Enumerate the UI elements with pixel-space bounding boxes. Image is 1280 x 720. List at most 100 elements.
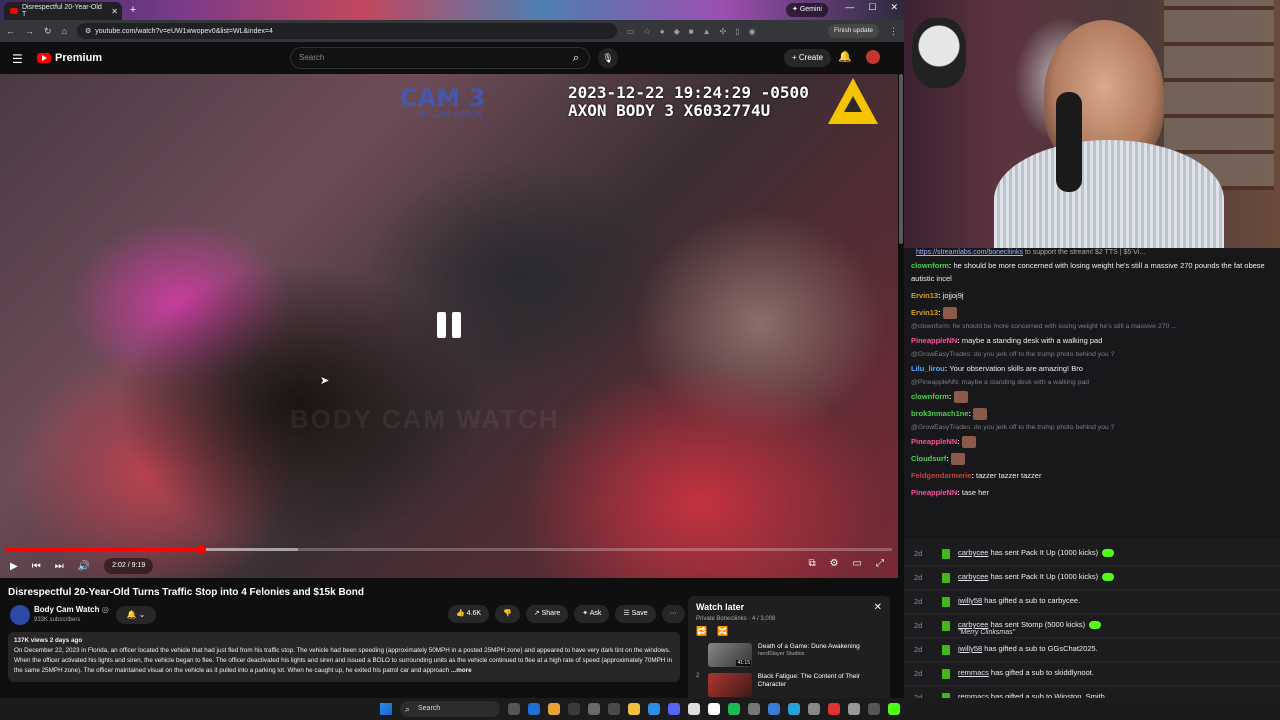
site-info-icon[interactable]: ⚙ <box>85 27 91 35</box>
gemini-button[interactable]: ✦ Gemini <box>786 3 828 17</box>
kebab-menu-icon[interactable]: ⋮ <box>889 26 898 37</box>
puzzle-icon[interactable]: ✣ <box>719 27 726 36</box>
chat-username[interactable]: Feldgendarmerie <box>911 471 971 480</box>
app-icon[interactable] <box>848 703 860 715</box>
bookmark-star-icon[interactable]: ☆ <box>644 27 651 36</box>
more-actions-button[interactable]: ··· <box>661 605 685 623</box>
spotify-icon[interactable] <box>728 703 740 715</box>
captions-icon[interactable]: ⧉ <box>808 558 815 569</box>
account-avatar[interactable] <box>866 50 880 64</box>
reload-icon[interactable]: ↻ <box>44 26 52 37</box>
chat-username[interactable]: PineappleNN <box>911 488 957 497</box>
save-button[interactable]: ☰ Save <box>615 605 656 623</box>
extension-icon[interactable]: ▲ <box>703 27 711 36</box>
app-icon[interactable] <box>568 703 580 715</box>
playlist-item[interactable]: 41:15 Death of a Game: Dune Awakening ne… <box>696 643 882 667</box>
chat-username[interactable]: clownform <box>911 261 949 270</box>
close-icon[interactable]: ✕ <box>874 602 882 613</box>
chat-username[interactable]: brok3nmach1ne <box>911 409 969 418</box>
search-input[interactable]: Search <box>290 47 590 69</box>
home-icon[interactable]: ⌂ <box>62 26 67 36</box>
alert-user[interactable]: remmacs <box>958 668 989 677</box>
app-icon[interactable] <box>708 703 720 715</box>
kick-icon[interactable] <box>888 703 900 715</box>
channel-name[interactable]: Body Cam Watch ◎ <box>34 605 109 614</box>
taskbar-search[interactable]: Search <box>400 701 500 717</box>
alert-user[interactable]: carbycee <box>958 620 988 629</box>
progress-bar[interactable] <box>6 545 892 554</box>
like-button[interactable]: 👍 4.6K <box>448 605 490 623</box>
obs-icon[interactable] <box>688 703 700 715</box>
maximize-icon[interactable]: ☐ <box>868 2 876 13</box>
settings-gear-icon[interactable]: ⚙ <box>830 558 839 569</box>
telegram-icon[interactable] <box>648 703 660 715</box>
notifications-bell-icon[interactable]: 🔔 <box>838 50 852 63</box>
create-button[interactable]: + Create <box>784 49 831 67</box>
close-window-icon[interactable]: ✕ <box>890 2 898 13</box>
app-icon[interactable] <box>868 703 880 715</box>
extension-icon[interactable]: ● <box>660 27 665 36</box>
search-icon[interactable]: ⌕ <box>563 47 589 69</box>
chat-username[interactable]: Cloudsurf <box>911 454 946 463</box>
pause-overlay-icon[interactable] <box>437 312 461 338</box>
sidebar-icon[interactable]: ▯ <box>735 27 739 36</box>
cast-icon[interactable]: ▭ <box>627 27 635 36</box>
chrome-icon[interactable] <box>548 703 560 715</box>
alert-user[interactable]: carbycee <box>958 548 988 557</box>
profile-icon[interactable]: ◉ <box>749 27 756 36</box>
app-icon[interactable] <box>828 703 840 715</box>
new-tab-button[interactable]: + <box>126 3 140 17</box>
youtube-logo[interactable]: Premium <box>37 52 102 64</box>
description-more-link[interactable]: ...more <box>451 667 472 674</box>
play-icon[interactable]: ▶ <box>10 561 18 572</box>
minimize-icon[interactable]: — <box>845 2 854 13</box>
video-player[interactable]: CAM 3 BY CAM WATCH 2023-12-22 19:24:29 -… <box>0 74 898 578</box>
omnibox[interactable]: ⚙ youtube.com/watch?v=eUW1wwopev0&list=W… <box>76 23 617 39</box>
finish-update-button[interactable]: Finish update <box>827 24 879 38</box>
terminal-icon[interactable] <box>608 703 620 715</box>
fullscreen-icon[interactable]: ⤢ <box>876 558 884 569</box>
hamburger-menu-icon[interactable]: ☰ <box>12 52 23 66</box>
forward-icon[interactable]: → <box>25 26 34 36</box>
extension-icon[interactable]: ■ <box>689 27 694 36</box>
scrubber-handle[interactable] <box>196 545 206 554</box>
loop-icon[interactable]: 🔁 <box>696 626 707 637</box>
chat-username[interactable]: clownform <box>911 392 949 401</box>
alert-user[interactable]: jwilly58 <box>958 596 982 605</box>
alert-user[interactable]: carbycee <box>958 572 988 581</box>
channel-avatar[interactable] <box>10 605 30 625</box>
ask-button[interactable]: ✦ Ask <box>574 605 610 623</box>
chat-username[interactable]: Lilu_lirou <box>911 364 945 373</box>
task-view-icon[interactable] <box>508 703 520 715</box>
edge-icon[interactable] <box>528 703 540 715</box>
extension-icon[interactable]: ◆ <box>674 27 680 36</box>
previous-icon[interactable]: ⏮ <box>32 561 41 572</box>
discord-icon[interactable] <box>668 703 680 715</box>
app-icon[interactable] <box>768 703 780 715</box>
close-tab-icon[interactable]: ✕ <box>111 7 118 16</box>
app-icon[interactable] <box>808 703 820 715</box>
microphone-icon[interactable]: 🎙 <box>598 48 618 68</box>
playlist-item[interactable]: 2 Black Fatigue: The Content of Their Ch… <box>696 673 882 697</box>
shuffle-icon[interactable]: 🔀 <box>717 626 728 637</box>
chat-username[interactable]: PineappleNN <box>911 336 957 345</box>
pinned-link[interactable]: https://streamlabs.com/bonecliinks <box>916 249 1023 256</box>
app-icon[interactable] <box>748 703 760 715</box>
subscribed-bell-button[interactable]: 🔔 ⌄ <box>116 606 156 624</box>
description-box[interactable]: 137K views 2 days ago On December 22, 20… <box>8 632 680 682</box>
app-icon[interactable] <box>788 703 800 715</box>
app-icon[interactable] <box>588 703 600 715</box>
volume-icon[interactable]: 🔊 <box>78 561 90 572</box>
share-button[interactable]: ↗ Share <box>525 605 569 623</box>
alert-user[interactable]: jwilly58 <box>958 644 982 653</box>
chat-username[interactable]: Ervin13 <box>911 308 938 317</box>
chat-username[interactable]: PineappleNN <box>911 437 957 446</box>
miniplayer-icon[interactable]: ▭ <box>853 558 862 569</box>
scrollbar-thumb[interactable] <box>899 74 903 244</box>
dislike-button[interactable]: 👎 <box>495 605 520 623</box>
start-menu-icon[interactable] <box>380 703 392 715</box>
chat-username[interactable]: Ervin13 <box>911 291 938 300</box>
next-icon[interactable]: ⏭ <box>55 561 64 572</box>
back-icon[interactable]: ← <box>6 26 15 36</box>
tab-youtube[interactable]: Disrespectful 20-Year-Old T ✕ <box>4 2 122 20</box>
